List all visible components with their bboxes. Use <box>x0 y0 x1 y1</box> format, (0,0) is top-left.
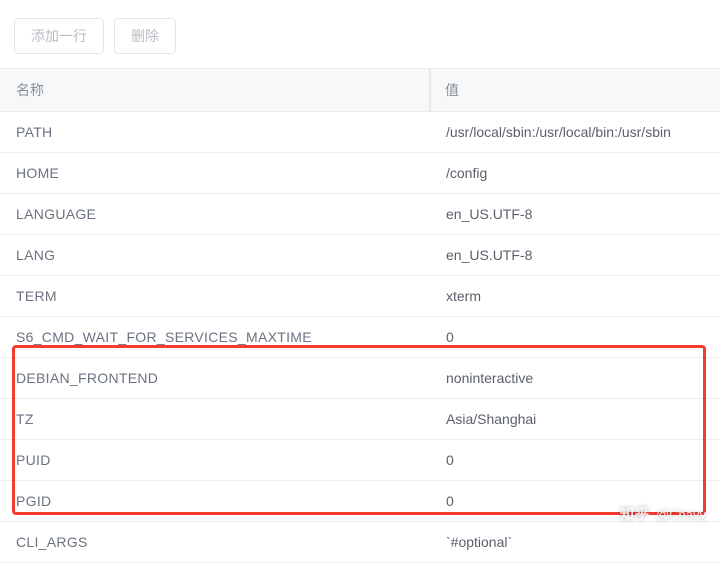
table-header-row: 名称 值 <box>0 69 720 112</box>
env-value-cell: noninteractive <box>430 358 720 399</box>
env-name-cell: DEBIAN_FRONTEND <box>0 358 430 399</box>
env-value-cell: /config <box>430 153 720 194</box>
table-row[interactable]: S6_CMD_WAIT_FOR_SERVICES_MAXTIME 0 <box>0 317 720 358</box>
table-row[interactable]: HOME /config <box>0 153 720 194</box>
env-value-cell: 0 <box>430 440 720 481</box>
table-row[interactable]: LANG en_US.UTF-8 <box>0 235 720 276</box>
env-value-cell: 0 <box>430 481 720 522</box>
env-name-cell: PATH <box>0 112 430 153</box>
env-value-cell: /usr/local/sbin:/usr/local/bin:/usr/sbin <box>430 112 720 153</box>
env-value-cell: 0 <box>430 317 720 358</box>
env-name-cell: TZ <box>0 399 430 440</box>
env-name-cell: LANG <box>0 235 430 276</box>
env-name-cell: LANGUAGE <box>0 194 430 235</box>
env-name-cell: TERM <box>0 276 430 317</box>
table-row[interactable]: TERM xterm <box>0 276 720 317</box>
table-row[interactable]: TZ Asia/Shanghai <box>0 399 720 440</box>
env-value-cell: Asia/Shanghai <box>430 399 720 440</box>
delete-button[interactable]: 删除 <box>114 18 176 54</box>
table-row[interactable]: PATH /usr/local/sbin:/usr/local/bin:/usr… <box>0 112 720 153</box>
env-value-cell: en_US.UTF-8 <box>430 235 720 276</box>
env-name-cell: PGID <box>0 481 430 522</box>
env-name-cell: HOME <box>0 153 430 194</box>
table-row[interactable]: CLI_ARGS `#optional` <box>0 522 720 563</box>
table-row[interactable]: DEBIAN_FRONTEND noninteractive <box>0 358 720 399</box>
table-row[interactable]: PUID 0 <box>0 440 720 481</box>
env-name-cell: CLI_ARGS <box>0 522 430 563</box>
column-header-name[interactable]: 名称 <box>0 69 430 112</box>
toolbar: 添加一行 删除 <box>0 0 720 68</box>
env-name-cell: S6_CMD_WAIT_FOR_SERVICES_MAXTIME <box>0 317 430 358</box>
env-value-cell: xterm <box>430 276 720 317</box>
env-value-cell: en_US.UTF-8 <box>430 194 720 235</box>
table-row[interactable]: LANGUAGE en_US.UTF-8 <box>0 194 720 235</box>
env-name-cell: PUID <box>0 440 430 481</box>
env-table-wrap: 名称 值 PATH /usr/local/sbin:/usr/local/bin… <box>0 68 720 563</box>
table-row[interactable]: PGID 0 <box>0 481 720 522</box>
env-value-cell: `#optional` <box>430 522 720 563</box>
column-header-value[interactable]: 值 <box>430 69 720 112</box>
add-row-button[interactable]: 添加一行 <box>14 18 104 54</box>
env-table: 名称 值 PATH /usr/local/sbin:/usr/local/bin… <box>0 68 720 563</box>
